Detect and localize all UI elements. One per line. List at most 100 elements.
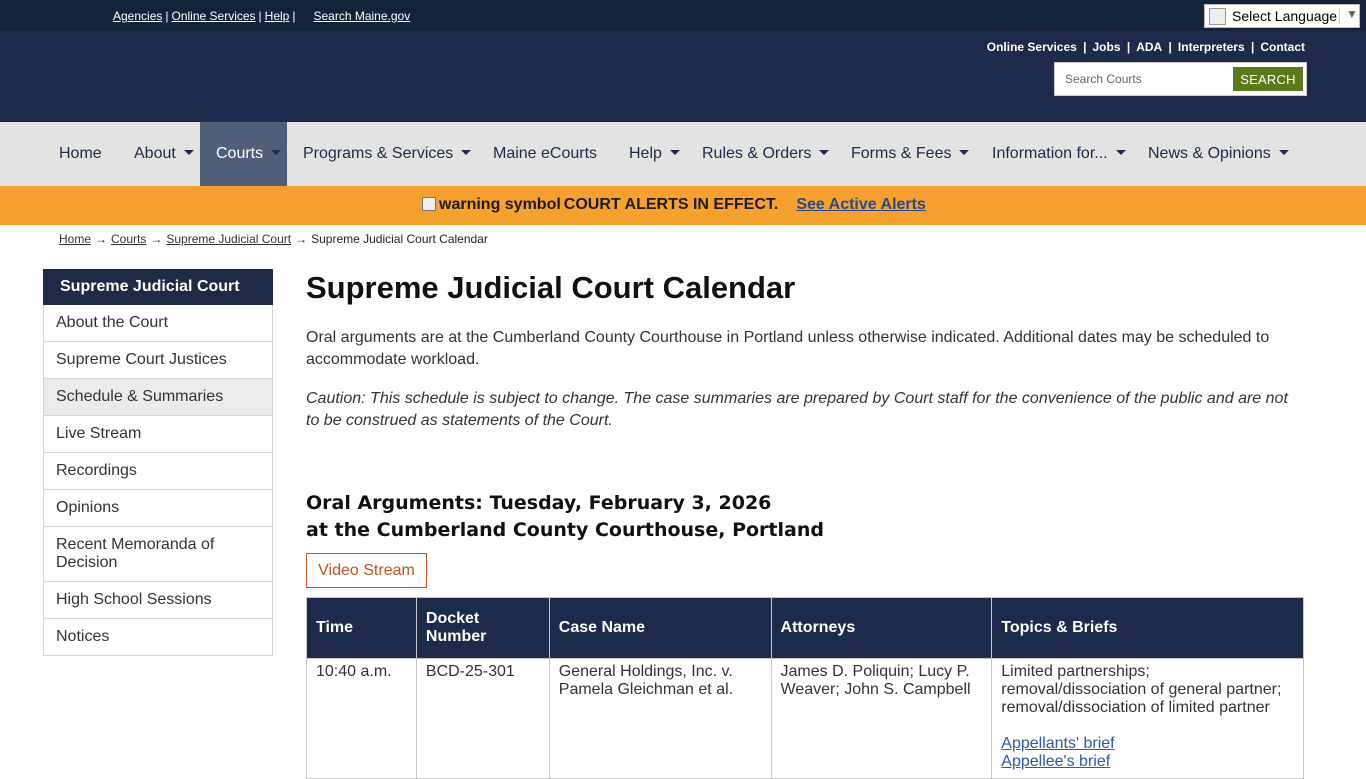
header-online-services-link[interactable]: Online Services <box>987 40 1077 54</box>
column-header-case-name: Case Name <box>548 597 772 659</box>
video-stream-button[interactable]: Video Stream <box>306 553 427 588</box>
separator: | <box>1165 40 1172 54</box>
nav-label: Home <box>59 145 102 162</box>
nav-label: Programs & Services <box>303 145 454 162</box>
session-heading: Oral Arguments: Tuesday, February 3, 202… <box>306 490 824 544</box>
breadcrumb-current: Supreme Judicial Court Calendar <box>311 232 488 246</box>
cell-attorneys: James D. Poliquin; Lucy P. Weaver; John … <box>770 658 993 779</box>
nav-label: Courts <box>216 145 264 162</box>
breadcrumb-separator: → <box>150 232 163 246</box>
nav-item-help[interactable]: Help <box>613 122 686 186</box>
appellees-brief-link[interactable]: Appellee's brief <box>1001 753 1110 770</box>
breadcrumb-separator: → <box>295 232 308 246</box>
contact-link[interactable]: Contact <box>1260 40 1305 54</box>
warning-image-alt-text: warning symbol <box>439 196 561 213</box>
nav-item-maine-ecourts[interactable]: Maine eCourts <box>477 122 613 186</box>
separator: | <box>1123 40 1131 54</box>
breadcrumb-separator: → <box>95 232 108 246</box>
cell-topics-briefs: Limited partnerships; removal/dissociati… <box>991 658 1304 779</box>
separator: | <box>292 9 296 23</box>
main-content: Supreme Judicial Court Calendar Oral arg… <box>306 265 1304 779</box>
caret-down-icon <box>461 150 472 156</box>
sidebar-item-recent-memoranda[interactable]: Recent Memoranda of Decision <box>43 527 273 582</box>
nav-item-courts[interactable]: Courts <box>200 122 287 186</box>
chevron-down-icon: ▼ <box>1346 7 1358 21</box>
oral-arguments-table: Time Docket Number Case Name Attorneys T… <box>306 597 1304 779</box>
nav-item-programs-services[interactable]: Programs & Services <box>287 122 477 186</box>
search-maine-link[interactable]: Search Maine.gov <box>313 9 410 23</box>
sidebar-item-notices[interactable]: Notices <box>43 619 273 656</box>
nav-label: Forms & Fees <box>851 145 952 162</box>
caret-down-icon <box>959 150 970 156</box>
online-services-link[interactable]: Online Services <box>172 9 256 23</box>
sidebar-heading[interactable]: Supreme Judicial Court <box>43 269 273 305</box>
column-header-attorneys: Attorneys <box>770 597 993 659</box>
column-header-topics-briefs: Topics & Briefs <box>991 597 1304 659</box>
session-date: Oral Arguments: Tuesday, February 3, 202… <box>306 492 772 514</box>
warning-icon <box>422 197 436 211</box>
table-row: 10:40 a.m. BCD-25-301 General Holdings, … <box>306 658 1304 779</box>
ada-link[interactable]: ADA <box>1136 40 1162 54</box>
nav-label: About <box>134 145 176 162</box>
nav-label: Maine eCourts <box>493 145 598 162</box>
breadcrumb-home[interactable]: Home <box>59 232 91 246</box>
caret-down-icon <box>1115 150 1126 156</box>
topics-text: Limited partnerships; removal/dissociati… <box>1001 663 1282 716</box>
site-header: Online Services | Jobs | ADA | Interpreters… <box>0 31 1366 122</box>
caution-text: Caution: This schedule is subject to cha… <box>306 390 1288 429</box>
utility-links: Agencies | Online Services | Help | Search Mai… <box>113 9 410 23</box>
nav-label: Information for... <box>992 145 1108 162</box>
search-button[interactable]: SEARCH <box>1233 67 1303 91</box>
nav-label: Rules & Orders <box>702 145 812 162</box>
divider <box>1339 8 1340 24</box>
jobs-link[interactable]: Jobs <box>1093 40 1121 54</box>
separator: | <box>1247 40 1255 54</box>
nav-item-forms-fees[interactable]: Forms & Fees <box>835 122 976 186</box>
appellants-brief-link[interactable]: Appellants' brief <box>1001 735 1114 752</box>
nav-item-rules-orders[interactable]: Rules & Orders <box>686 122 835 186</box>
table-header-row: Time Docket Number Case Name Attorneys T… <box>306 597 1304 659</box>
sidebar-item-opinions[interactable]: Opinions <box>43 490 273 527</box>
search-courts-input[interactable] <box>1056 64 1231 94</box>
interpreters-link[interactable]: Interpreters <box>1178 40 1245 54</box>
nav-item-news-opinions[interactable]: News & Opinions <box>1132 122 1302 186</box>
breadcrumb: Home → Courts → Supreme Judicial Court → Supre… <box>59 232 488 246</box>
sidebar-nav: Supreme Judicial Court About the Court S… <box>43 269 273 656</box>
help-link[interactable]: Help <box>265 9 290 23</box>
column-header-docket-number: Docket Number <box>415 597 550 659</box>
utility-bar: Agencies | Online Services | Help | Search Mai… <box>0 0 1366 31</box>
intro-text: Oral arguments are at the Cumberland Cou… <box>306 329 1270 368</box>
page-title: Supreme Judicial Court Calendar <box>306 270 796 305</box>
alert-content: warning symbol COURT ALERTS IN EFFECT. See… <box>422 196 926 214</box>
nav-item-information-for[interactable]: Information for... <box>976 122 1132 186</box>
caret-down-icon <box>669 150 680 156</box>
sidebar-item-high-school-sessions[interactable]: High School Sessions <box>43 582 273 619</box>
cell-case-name: General Holdings, Inc. v. Pamela Gleichm… <box>548 658 772 779</box>
language-select[interactable]: Select Language ▼ <box>1204 4 1360 28</box>
sidebar-item-recordings[interactable]: Recordings <box>43 453 273 490</box>
alert-message: COURT ALERTS IN EFFECT. <box>563 196 779 213</box>
column-header-time: Time <box>306 597 417 659</box>
breadcrumb-courts[interactable]: Courts <box>111 232 146 246</box>
nav-item-about[interactable]: About <box>118 122 200 186</box>
caret-down-icon <box>183 150 194 156</box>
agencies-link[interactable]: Agencies <box>113 9 162 23</box>
language-select-label: Select Language <box>1232 8 1338 24</box>
separator: | <box>1079 40 1087 54</box>
separator: | <box>165 9 169 23</box>
caret-down-icon <box>1278 150 1289 156</box>
main-nav: Home About Courts Programs & Services Ma… <box>0 122 1366 186</box>
sidebar-item-live-stream[interactable]: Live Stream <box>43 416 273 453</box>
breadcrumb-supreme-judicial-court[interactable]: Supreme Judicial Court <box>166 232 291 246</box>
see-active-alerts-link[interactable]: See Active Alerts <box>796 196 926 213</box>
sidebar-item-about-the-court[interactable]: About the Court <box>43 305 273 342</box>
caret-down-icon <box>271 150 282 156</box>
translate-icon <box>1209 8 1226 25</box>
session-location: at the Cumberland County Courthouse, Por… <box>306 519 824 541</box>
nav-label: Help <box>629 145 662 162</box>
separator: | <box>258 9 262 23</box>
sidebar-item-supreme-court-justices[interactable]: Supreme Court Justices <box>43 342 273 379</box>
header-links: Online Services | Jobs | ADA | Interpreters… <box>987 40 1305 54</box>
sidebar-item-schedule-summaries[interactable]: Schedule & Summaries <box>43 379 273 416</box>
